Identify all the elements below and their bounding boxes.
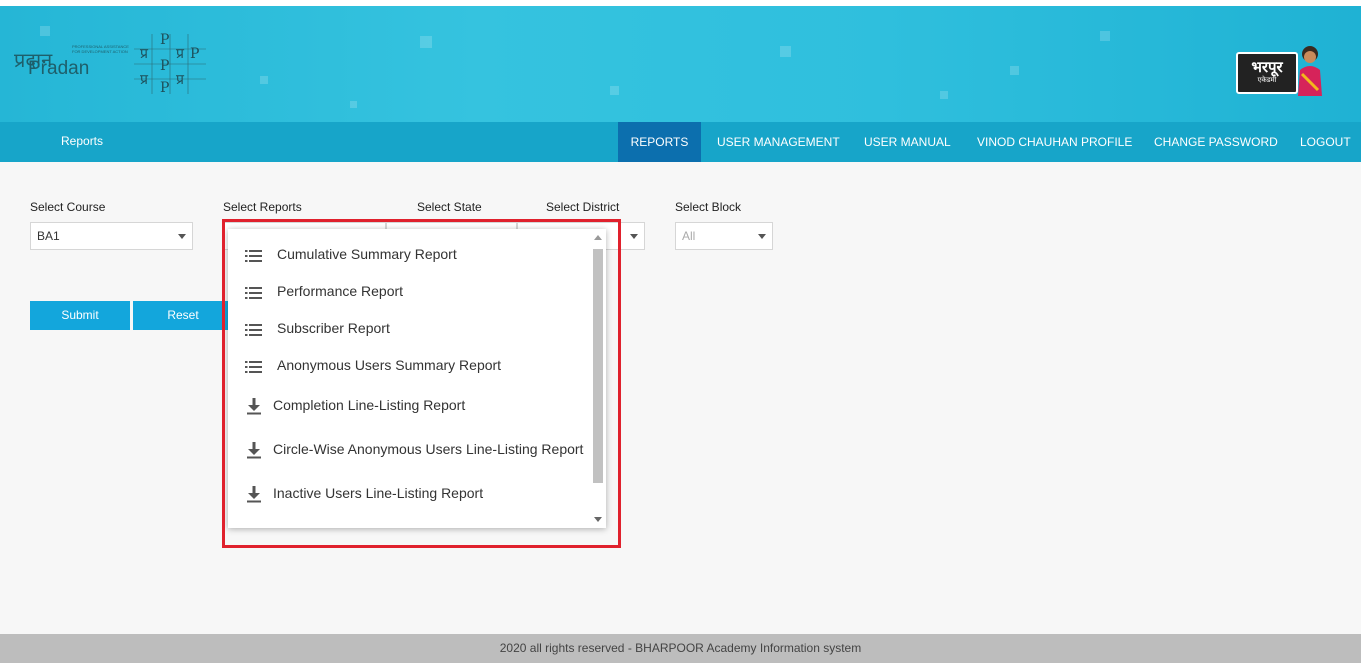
reports-dropdown-list[interactable]: Cumulative Summary Report Performance Re…: [228, 229, 606, 528]
footer: 2020 all rights reserved - BHARPOOR Acad…: [0, 634, 1361, 663]
report-option-performance[interactable]: Performance Report: [228, 282, 588, 304]
report-option-inactive-users[interactable]: Inactive Users Line-Listing Report: [228, 484, 588, 506]
state-label: Select State: [417, 200, 482, 214]
report-option-label: Completion Line-Listing Report: [273, 397, 466, 413]
top-navbar: Reports REPORTS USER MANAGEMENT USER MAN…: [0, 122, 1361, 162]
nav-user-management[interactable]: USER MANAGEMENT: [717, 122, 840, 162]
report-option-label: Circle-Wise Anonymous Users Line-Listing…: [273, 441, 584, 457]
header-banner: प्रदान Pradan PROFESSIONAL ASSISTANCE FO…: [0, 6, 1361, 122]
block-label: Select Block: [675, 200, 742, 214]
nav-user-manual[interactable]: USER MANUAL: [864, 122, 951, 162]
district-label: Select District: [546, 200, 620, 214]
list-icon: [245, 287, 262, 299]
download-icon: [247, 486, 261, 503]
report-option-label: Cumulative Summary Report: [277, 246, 457, 262]
report-option-cumulative-summary[interactable]: Cumulative Summary Report: [228, 245, 588, 267]
reset-button[interactable]: Reset: [133, 301, 233, 330]
report-option-label: Anonymous Users Summary Report: [277, 357, 502, 373]
reports-label: Select Reports: [223, 200, 302, 214]
chevron-down-icon: [758, 234, 766, 239]
report-option-subscriber[interactable]: Subscriber Report: [228, 319, 588, 341]
report-option-label: Performance Report: [277, 283, 404, 299]
report-option-label: Subscriber Report: [277, 320, 390, 336]
submit-button[interactable]: Submit: [30, 301, 130, 330]
chevron-down-icon: [178, 234, 186, 239]
course-select-value: BA1: [37, 229, 60, 243]
nav-change-password[interactable]: CHANGE PASSWORD: [1154, 122, 1278, 162]
download-icon: [247, 398, 261, 415]
list-icon: [245, 324, 262, 336]
nav-logout[interactable]: LOGOUT: [1300, 122, 1351, 162]
report-option-completion-line-listing[interactable]: Completion Line-Listing Report: [228, 396, 588, 418]
block-select-value: All: [682, 229, 696, 243]
footer-text: 2020 all rights reserved - BHARPOOR Acad…: [499, 641, 862, 655]
chevron-down-icon: [630, 234, 638, 239]
report-option-anonymous-summary[interactable]: Anonymous Users Summary Report: [228, 356, 588, 378]
scrollbar-thumb[interactable]: [593, 249, 603, 483]
scroll-down-arrow-icon[interactable]: [594, 517, 602, 522]
course-select[interactable]: BA1: [30, 222, 193, 250]
nav-profile[interactable]: VINOD CHAUHAN PROFILE: [977, 122, 1132, 162]
list-icon: [245, 250, 262, 262]
block-select[interactable]: All: [675, 222, 773, 250]
page-title: Reports: [61, 134, 104, 148]
bharpoor-academy-badge: भरपूर एकेडमी: [1236, 52, 1298, 94]
course-label: Select Course: [30, 200, 106, 214]
scroll-up-arrow-icon[interactable]: [594, 235, 602, 240]
mascot-avatar: [1298, 46, 1322, 96]
list-icon: [245, 361, 262, 373]
pradan-tagline: PROFESSIONAL ASSISTANCE FOR DEVELOPMENT …: [72, 44, 129, 54]
partner-logo: P प्र प्र P P प्र प्र P: [134, 32, 206, 96]
report-option-label: Inactive Users Line-Listing Report: [273, 485, 484, 501]
download-icon: [247, 442, 261, 459]
nav-reports[interactable]: REPORTS: [618, 122, 701, 162]
report-option-circle-wise-anonymous[interactable]: Circle-Wise Anonymous Users Line-Listing…: [228, 440, 588, 462]
